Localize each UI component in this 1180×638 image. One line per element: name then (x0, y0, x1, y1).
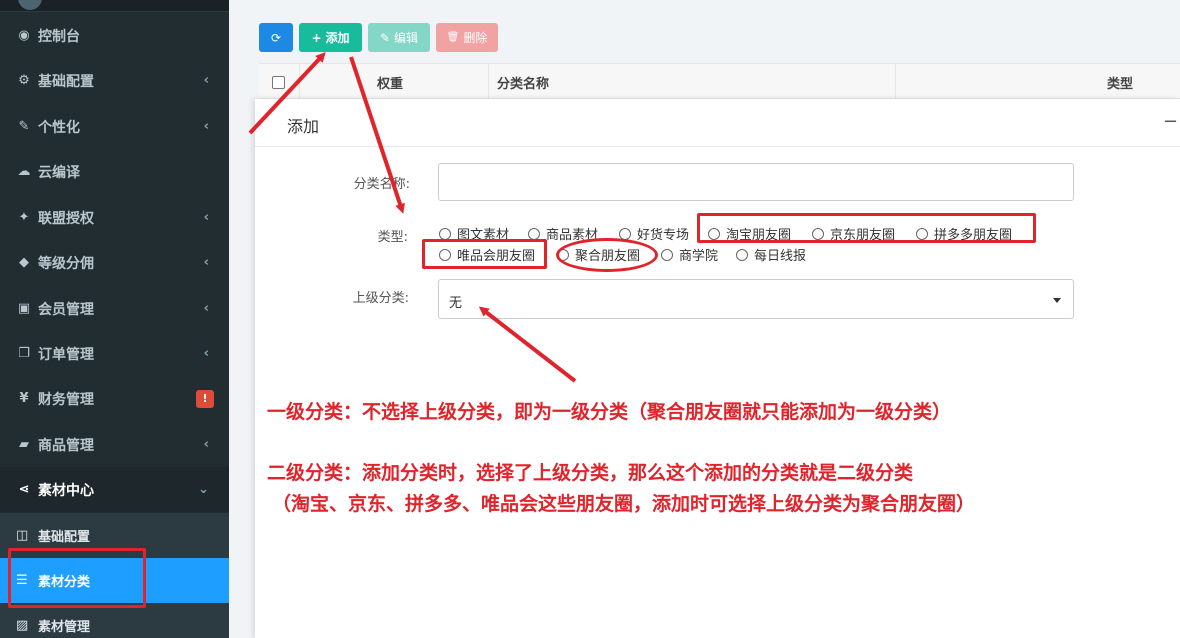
sidebar: ◉ 控制台 ⚙ 基础配置 ‹ ✎ 个性化 ‹ ☁ 云编译 ✦ 联盟授权 ‹ ◆ … (0, 0, 229, 638)
delete-button[interactable]: 🗑 删除 (436, 23, 498, 52)
member-card-icon: ▣ (17, 301, 31, 316)
sidebar-item-label: 会员管理 (38, 301, 94, 318)
sidebar-item-label: 等级分佣 (38, 255, 94, 272)
chevron-left-icon: ‹ (203, 209, 209, 225)
radio-circle (736, 248, 748, 261)
sidebar-item-cloud-compile[interactable]: ☁ 云编译 (0, 149, 229, 194)
radio-circle (661, 248, 673, 261)
parent-category-label: 上级分类: (352, 291, 409, 306)
sidebar-item-label: 订单管理 (38, 346, 94, 363)
radio-circle (439, 227, 451, 240)
chevron-left-icon: ‹ (203, 436, 209, 452)
magic-wand-icon: ✎ (18, 119, 30, 134)
cloud-icon: ☁ (17, 164, 31, 179)
sidebar-item-basic-config[interactable]: ⚙ 基础配置 ‹ (0, 58, 229, 103)
sidebar-item-orders[interactable]: ❐ 订单管理 ‹ (0, 331, 229, 376)
add-button[interactable]: + 添加 (299, 23, 362, 52)
type-radio-business-school[interactable]: 商学院 (661, 245, 718, 264)
select-value: 无 (449, 296, 463, 311)
chevron-left-icon: ‹ (203, 72, 209, 88)
sidebar-item-label: 控制台 (38, 28, 80, 45)
order-copy-icon: ❐ (18, 346, 30, 361)
refresh-icon: ⟳ (270, 30, 282, 45)
category-name-input[interactable] (438, 163, 1074, 201)
plus-icon: + (311, 30, 322, 45)
select-all-checkbox[interactable] (272, 76, 285, 89)
chevron-left-icon: ‹ (203, 300, 209, 316)
category-name-label: 分类名称: (353, 177, 410, 192)
chevron-down-icon: ⌄ (198, 481, 209, 497)
radio-circle (528, 227, 540, 240)
chevron-left-icon: ‹ (203, 254, 209, 270)
dialog-title: 添加 (287, 117, 320, 136)
radio-label: 好货专场 (637, 228, 690, 243)
annotation-highlight-vip (422, 239, 547, 269)
sidebar-subitem-material-manage[interactable]: ▨ 素材管理 (0, 603, 229, 638)
sidebar-item-label: 财务管理 (38, 391, 94, 408)
sidebar-item-products[interactable]: ▰ 商品管理 ‹ (0, 422, 229, 467)
sidebar-item-label: 联盟授权 (38, 210, 94, 227)
trash-icon: 🗑 (446, 32, 460, 43)
radio-label: 商学院 (679, 249, 719, 264)
minimize-icon[interactable]: − (1163, 111, 1178, 132)
sidebar-item-level-commission[interactable]: ◆ 等级分佣 ‹ (0, 240, 229, 285)
type-radio-daily-report[interactable]: 每日线报 (736, 245, 806, 264)
sidebar-item-label: 素材中心 (38, 482, 94, 499)
parent-category-select[interactable]: 无 (438, 279, 1074, 319)
chevron-left-icon: ‹ (203, 345, 209, 361)
image-icon: ▨ (16, 618, 29, 633)
edit-button-label: 编辑 (394, 31, 419, 45)
caret-down-icon (1053, 298, 1061, 303)
edit-button[interactable]: ✎ 编辑 (368, 23, 430, 52)
sidebar-item-dashboard[interactable]: ◉ 控制台 (0, 13, 229, 58)
dashboard-icon: ◉ (18, 28, 30, 43)
column-divider (299, 64, 300, 100)
alert-badge: ! (196, 389, 214, 408)
sidebar-subitem-label: 基础配置 (38, 530, 91, 545)
columns-icon: ◫ (16, 528, 29, 543)
sidebar-item-label: 云编译 (38, 164, 80, 181)
table-header: 权重 分类名称 类型 (259, 63, 1180, 100)
pencil-icon: ✎ (379, 30, 391, 45)
annotation-circle-aggregate (556, 238, 658, 272)
chevron-left-icon: ‹ (203, 118, 209, 134)
add-button-label: 添加 (325, 31, 350, 45)
sidebar-item-label: 基础配置 (38, 73, 94, 90)
dialog-header: 添加 − (255, 99, 1180, 147)
column-divider (488, 64, 489, 100)
users-icon: ✦ (18, 210, 30, 225)
avatar (18, 0, 42, 10)
annotation-level2: 二级分类：添加分类时，选择了上级分类，那么这个添加的分类就是二级分类 (267, 462, 914, 484)
diamond-icon: ◆ (19, 255, 29, 270)
briefcase-icon: ▰ (19, 437, 29, 452)
annotation-highlight-sidebar (8, 548, 146, 608)
type-label: 类型: (377, 230, 408, 245)
refresh-button[interactable]: ⟳ (259, 23, 293, 52)
delete-button-label: 删除 (463, 31, 488, 45)
sidebar-item-label: 商品管理 (38, 437, 94, 454)
sidebar-item-members[interactable]: ▣ 会员管理 ‹ (0, 286, 229, 331)
column-header-weight[interactable]: 权重 (377, 64, 403, 100)
annotation-level1: 一级分类：不选择上级分类，即为一级分类（聚合朋友圈就只能添加为一级分类） (267, 401, 952, 423)
sidebar-item-label: 个性化 (38, 119, 80, 136)
column-header-name[interactable]: 分类名称 (497, 64, 549, 100)
sidebar-item-alliance-auth[interactable]: ✦ 联盟授权 ‹ (0, 195, 229, 240)
add-category-dialog: 添加 − 分类名称: 类型: 图文素材 商品素材 好货专场 淘宝朋友圈 京东朋友… (255, 99, 1180, 638)
annotation-highlight-moments (697, 213, 1036, 243)
column-header-type[interactable]: 类型 (1107, 64, 1133, 100)
sidebar-item-personalize[interactable]: ✎ 个性化 ‹ (0, 104, 229, 149)
yen-icon: ¥ (19, 391, 29, 406)
cogs-icon: ⚙ (18, 73, 30, 88)
sidebar-subitem-label: 素材管理 (38, 620, 91, 635)
sidebar-item-material-center[interactable]: ⋖ 素材中心 ⌄ (0, 467, 229, 512)
share-icon: ⋖ (18, 482, 30, 497)
annotation-level2-detail: （淘宝、京东、拼多多、唯品会这些朋友圈，添加时可选择上级分类为聚合朋友圈） (272, 493, 976, 515)
user-panel (0, 0, 229, 12)
radio-label: 每日线报 (754, 249, 807, 264)
column-divider (895, 64, 896, 100)
sidebar-item-finance[interactable]: ¥ 财务管理 ! (0, 376, 229, 421)
